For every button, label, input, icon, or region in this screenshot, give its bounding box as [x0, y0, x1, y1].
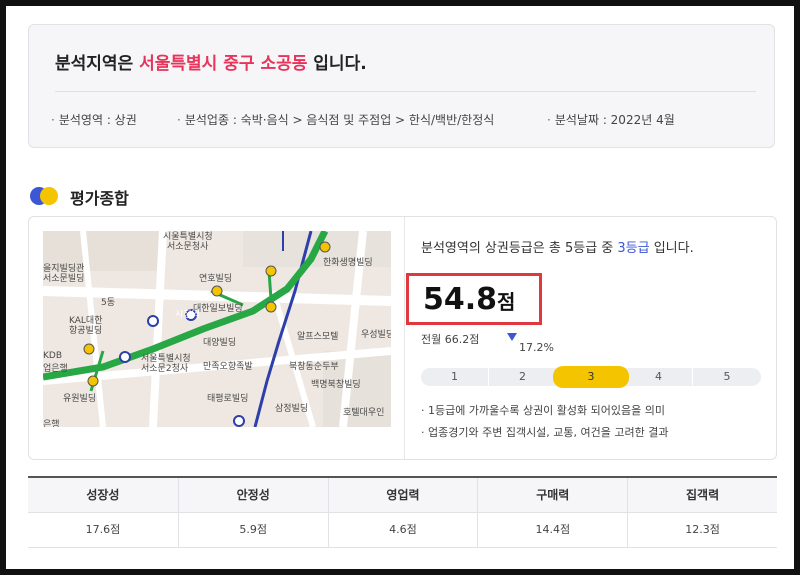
bullet-icon: · [547, 113, 551, 127]
map-label: 호텔대우인 [343, 408, 385, 418]
sub-score-attraction: 집객력 12.3점 [627, 478, 777, 548]
meta-value: 숙박·음식 > 음식점 및 주점업 > 한식/백반/한정식 [240, 113, 495, 127]
meta-value: 상권 [114, 113, 137, 127]
meta-label: 분석영역 [58, 113, 103, 127]
map-label: KDB [43, 351, 63, 361]
score-value: 54.8 [423, 282, 498, 317]
analysis-title: 분석지역은 서울특별시 중구 소공동 입니다. [55, 49, 367, 74]
previous-month-score: 전월 66.2점 [421, 333, 480, 346]
sub-score-table: 성장성 17.6점 안정성 5.9점 영업력 4.6점 구매력 14.4점 집객… [28, 476, 777, 548]
map-label: 우성빌딩 [361, 330, 391, 340]
score-unit: 점 [497, 290, 516, 314]
bullet-icon: · [51, 113, 55, 127]
map-label: 항공빌딩 [69, 326, 103, 336]
title-prefix: 분석지역은 [55, 54, 140, 74]
down-arrow-icon [507, 333, 517, 341]
note-item: · 1등급에 가까울수록 상권이 활성화 되어있음을 의미 [421, 404, 665, 417]
divider [404, 217, 405, 459]
evaluation-card: 서소문청사 시울특별시청 을지빌딩관 서소문빌딩 연호빌딩 5동 대한일보빌딩 … [28, 216, 777, 460]
grade-level-4: 4 [625, 368, 693, 386]
score-highlight-box: 54.8점 [406, 273, 542, 325]
map-label: 시청역 [175, 310, 200, 320]
grade-level-1: 1 [421, 368, 489, 386]
column-value: 14.4점 [477, 513, 628, 548]
map-label: 시울특별시청 [163, 232, 213, 242]
grade-level-2: 2 [489, 368, 557, 386]
meta-date: · 분석날짜 : 2022년 4월 [547, 111, 675, 128]
meta-separator: : [229, 113, 241, 127]
score-change: 17.2% [507, 331, 554, 354]
map-label: 한화생명빌딩 [323, 258, 373, 268]
map-label: 만족오향족발 [203, 362, 253, 372]
map-label: 은행 [43, 420, 60, 427]
grade-sentence: 분석영역의 상권등급은 총 5등급 중 3등급 입니다. [421, 237, 694, 256]
page-frame: 분석지역은 서울특별시 중구 소공동 입니다. · 분석영역 : 상권 · 분석업종… [6, 6, 794, 569]
map-label: 업은행 [43, 364, 68, 374]
sub-score-purchasing-power: 구매력 14.4점 [477, 478, 628, 548]
column-value: 12.3점 [627, 513, 777, 548]
map-label: 백명북창빌딩 [311, 380, 361, 390]
meta-label: 분석날짜 [554, 113, 599, 127]
map-label: 유원빌딩 [63, 394, 97, 404]
meta-industry: · 분석업종 : 숙박·음식 > 음식점 및 주점업 > 한식/백반/한정식 [177, 111, 494, 128]
map-label: 서소문빌딩 [43, 274, 85, 284]
map-label: 대양빌딩 [203, 338, 237, 348]
grade-scale: 1 2 3 4 5 [421, 366, 761, 388]
map-label: 북창동순두부 [289, 362, 339, 372]
map-label: 서소문2청사 [141, 364, 189, 374]
area-map[interactable]: 서소문청사 시울특별시청 을지빌딩관 서소문빌딩 연호빌딩 5동 대한일보빌딩 … [43, 231, 391, 427]
meta-separator: : [599, 113, 611, 127]
grade-notes: · 1등급에 가까울수록 상권이 활성화 되어있음을 의미 · 업종경기와 주변… [421, 403, 668, 447]
map-label: 연호빌딩 [199, 274, 233, 284]
grade-level-5: 5 [723, 370, 731, 383]
column-value: 5.9점 [177, 513, 328, 548]
grade-sentence-prefix: 분석영역의 상권등급은 총 5등급 중 [421, 241, 618, 256]
grade-level-3-active: 3 [553, 366, 629, 388]
brand-dots-icon [30, 187, 62, 205]
yellow-dot [40, 187, 58, 205]
note-item: · 업종경기와 주변 집객시설, 교통, 여건을 고려한 결과 [421, 426, 669, 439]
map-label: 알프스모텔 [297, 332, 339, 342]
bullet-icon: · [177, 113, 181, 127]
map-label: 삼정빌딩 [275, 404, 309, 414]
column-header: 구매력 [477, 478, 628, 513]
sub-score-growth: 성장성 17.6점 [28, 478, 178, 548]
total-score: 54.8점 [423, 282, 515, 317]
sub-score-stability: 안정성 5.9점 [177, 478, 328, 548]
meta-separator: : [103, 113, 115, 127]
column-header: 안정성 [177, 478, 328, 513]
meta-label: 분석업종 [184, 113, 229, 127]
meta-value: 2022년 4월 [610, 113, 675, 127]
meta-area: · 분석영역 : 상권 [51, 111, 137, 128]
grade-highlight: 3등급 [617, 241, 650, 256]
column-value: 4.6점 [327, 513, 478, 548]
map-label: 태평로빌딩 [207, 394, 249, 404]
map-label: 대한일보빌딩 [193, 304, 243, 314]
change-percent: 17.2% [519, 341, 554, 354]
column-header: 성장성 [28, 478, 178, 513]
analysis-region: 서울특별시 중구 소공동 [139, 54, 308, 74]
sub-score-sales-power: 영업력 4.6점 [327, 478, 478, 548]
column-header: 영업력 [327, 478, 478, 513]
title-suffix: 입니다. [307, 54, 367, 74]
grade-sentence-suffix: 입니다. [649, 241, 694, 256]
column-header: 집객력 [627, 478, 777, 513]
column-value: 17.6점 [28, 513, 178, 548]
map-label: 5동 [101, 298, 116, 308]
section-title: 평가종합 [70, 189, 129, 208]
analysis-summary-card: 분석지역은 서울특별시 중구 소공동 입니다. · 분석영역 : 상권 · 분석업종… [28, 24, 775, 148]
divider [55, 91, 756, 92]
